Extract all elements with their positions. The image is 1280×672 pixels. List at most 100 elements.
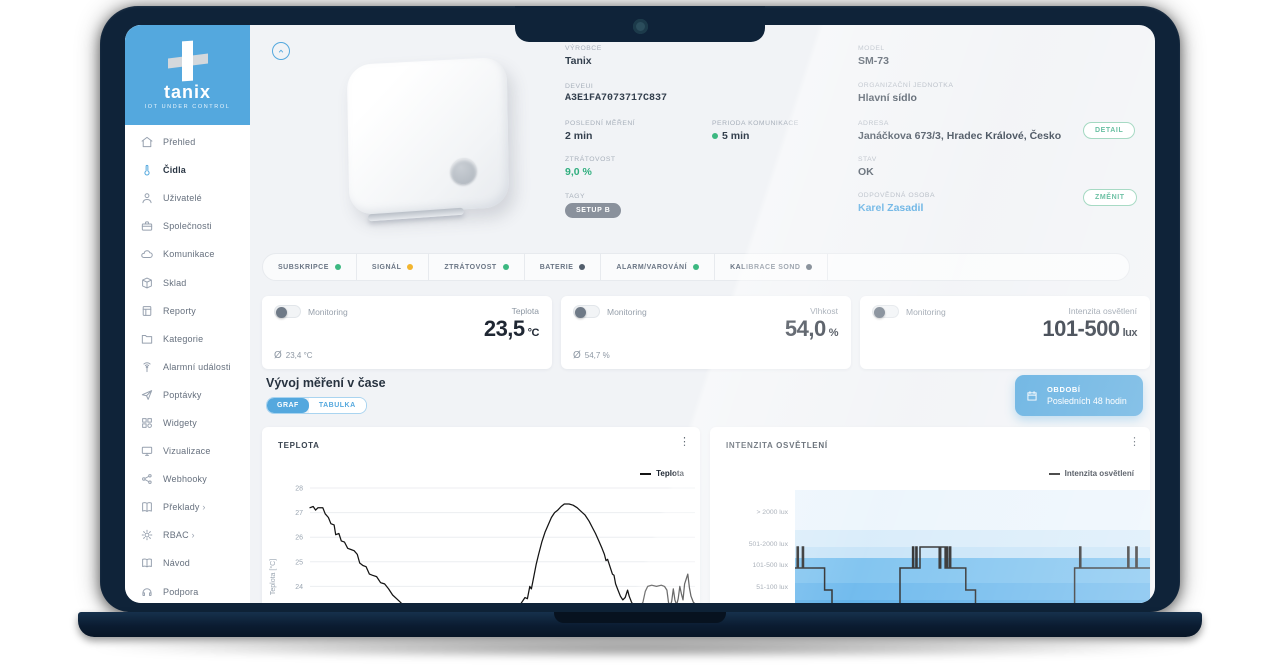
svg-text:26: 26 [295, 535, 303, 542]
sidebar-item-kategorie[interactable]: Kategorie [125, 325, 250, 353]
metric-card-teplota: Monitoring Teplota 23,5 °C Ø 23,4 °C [262, 296, 552, 369]
field-value: 2 min [565, 130, 593, 142]
sidebar-item-alarmn-ud-losti[interactable]: Alarmní události [125, 353, 250, 381]
period-button[interactable]: OBDOBÍ Posledních 48 hodin [1015, 375, 1143, 416]
chart-title: TEPLOTA [278, 441, 320, 450]
sidebar-item--idla[interactable]: Čidla [125, 156, 250, 184]
kebab-menu-icon[interactable] [679, 437, 690, 448]
sidebar-item-webhooky[interactable]: Webhooky [125, 465, 250, 493]
status-dot-icon [712, 133, 718, 139]
toggle-label: Monitoring [906, 306, 946, 317]
field-value: Janáčkova 673/3, Hradec Králové, Česko [858, 130, 1062, 142]
sidebar-item-reporty[interactable]: Reporty [125, 297, 250, 325]
sidebar-item-label: Komunikace [163, 249, 215, 260]
status-tab-kalibrace-sond[interactable]: KALIBRACE SOND [715, 254, 829, 280]
sidebar-item-label: Reporty [163, 305, 196, 316]
category-tick-label: 101-500 lux [752, 562, 788, 569]
field-value: OK [858, 166, 874, 178]
graf-tab[interactable]: GRAF [267, 398, 309, 413]
sidebar-item-p-eklady[interactable]: Překlady [125, 493, 250, 521]
status-tab-label: ALARM/VAROVÁNÍ [616, 263, 688, 271]
metric-card-intenzita-osv-tlen-: Monitoring Intenzita osvětlení 101-500 lux [860, 296, 1150, 369]
změnit-button[interactable]: ZMĚNIT [1083, 189, 1137, 206]
monitoring-toggle[interactable] [573, 305, 600, 318]
widget-icon [140, 416, 154, 430]
monitoring-toggle[interactable] [872, 305, 899, 318]
detail-button[interactable]: DETAIL [1083, 122, 1136, 139]
status-tab-label: BATERIE [539, 263, 574, 271]
report-icon [140, 304, 154, 318]
field-value[interactable]: Karel Zasadil [858, 202, 935, 214]
tanix-logo-icon [167, 40, 208, 81]
field-org: ORGANIZAČNÍ JEDNOTKA Hlavní sídlo [858, 82, 953, 104]
sidebar-item-label: Webhooky [163, 474, 207, 485]
svg-text:28: 28 [295, 486, 303, 493]
monitoring-toggle[interactable] [274, 305, 301, 318]
sidebar-item-podpora[interactable]: Podpora [125, 578, 250, 604]
field-adresa: ADRESA Janáčkova 673/3, Hradec Králové, Č… [858, 120, 1061, 142]
collapse-panel-button[interactable] [272, 42, 290, 60]
laptop-base [78, 612, 1202, 637]
status-tab-label: SIGNÁL [371, 263, 402, 271]
book-icon [140, 500, 154, 514]
sidebar-item-widgety[interactable]: Widgety [125, 409, 250, 437]
gear-icon [140, 528, 154, 542]
brand-logo[interactable]: tanix IoT under control [125, 25, 250, 125]
sidebar-item-rbac[interactable]: RBAC [125, 521, 250, 549]
paper-plane-icon [140, 388, 154, 402]
sidebar-item-komunikace[interactable]: Komunikace [125, 240, 250, 268]
chart-legend: Intenzita osvětlení [1048, 469, 1134, 478]
metric-name: Intenzita osvětlení [1068, 306, 1137, 316]
field-label: PERIODA KOMUNIKACE [712, 120, 799, 127]
sidebar-item-label: Podpora [163, 586, 199, 597]
status-tab-alarm-varov-n-[interactable]: ALARM/VAROVÁNÍ [601, 254, 716, 280]
sidebar-item-label: Překlady [163, 502, 206, 512]
status-tab-sign-l[interactable]: SIGNÁL [357, 254, 430, 280]
field-label: POSLEDNÍ MĚŘENÍ [565, 120, 636, 127]
field-label: TAGY [565, 193, 586, 200]
metric-value: 101-500 lux [1042, 316, 1137, 341]
kebab-menu-icon[interactable] [1129, 437, 1140, 448]
category-tick-label: > 2000 lux [756, 509, 788, 516]
charts-row: TEPLOTA Teplota 28 27 26 25 24 Teplota [°C] I… [262, 427, 1150, 603]
folder-icon [140, 332, 154, 346]
sidebar-item-spole-nosti[interactable]: Společnosti [125, 212, 250, 240]
sidebar-item-p-ehled[interactable]: Přehled [125, 128, 250, 156]
status-dot-icon [579, 264, 586, 270]
toggle-label: Monitoring [308, 306, 348, 317]
svg-text:24: 24 [295, 584, 303, 591]
svg-text:Teplota [°C]: Teplota [°C] [269, 559, 277, 595]
field-value: Hlavní sídlo [858, 92, 917, 104]
svg-text:27: 27 [295, 510, 303, 517]
period-label: OBDOBÍ [1047, 385, 1081, 394]
status-tab-subskripce[interactable]: SUBSKRIPCE [263, 254, 357, 280]
laptop-mockup: tanix IoT under control Přehled Čidla Uživ… [0, 0, 1280, 672]
sidebar-item-label: Uživatelé [163, 193, 202, 204]
sidebar-item-label: Alarmní události [163, 361, 231, 372]
chart-title: INTENZITA OSVĚTLENÍ [726, 441, 828, 450]
sidebar-item-vizualizace[interactable]: Vizualizace [125, 437, 250, 465]
laptop-bezel: tanix IoT under control Přehled Čidla Uživ… [100, 6, 1180, 612]
field-label: ADRESA [858, 120, 889, 127]
status-dot-icon [334, 264, 341, 270]
field-ztratovost: ZTRÁTOVOST 9,0 % [565, 156, 616, 178]
open-book-icon [140, 556, 154, 570]
sidebar-item-u-ivatel-[interactable]: Uživatelé [125, 184, 250, 212]
field-label: ORGANIZAČNÍ JEDNOTKA [858, 82, 954, 89]
sidebar-item-n-vod[interactable]: Návod [125, 549, 250, 577]
section-title: Vývoj měření v čase [266, 376, 386, 390]
status-tab-ztr-tovost[interactable]: ZTRÁTOVOST [429, 254, 525, 280]
sidebar-item-label: Čidla [163, 165, 187, 176]
metric-name: Teplota [511, 306, 539, 316]
sidebar-item-sklad[interactable]: Sklad [125, 268, 250, 296]
app-window: tanix IoT under control Přehled Čidla Uživ… [125, 25, 1155, 603]
field-label: STAV [858, 156, 877, 163]
sidebar-item-popt-vky[interactable]: Poptávky [125, 381, 250, 409]
status-tab-baterie[interactable]: BATERIE [525, 254, 602, 280]
tabulka-tab[interactable]: TABULKA [308, 398, 366, 413]
category-tick-label: 501-2000 lux [748, 541, 788, 548]
average-icon: Ø [274, 350, 282, 361]
main-content: VÝROBCE Tanix DEVEUI A3E1FA7073717C837 POSLE… [250, 25, 1155, 603]
tag-badge[interactable]: SETUP B [565, 203, 622, 218]
field-perioda: PERIODA KOMUNIKACE 5 min [712, 120, 799, 142]
